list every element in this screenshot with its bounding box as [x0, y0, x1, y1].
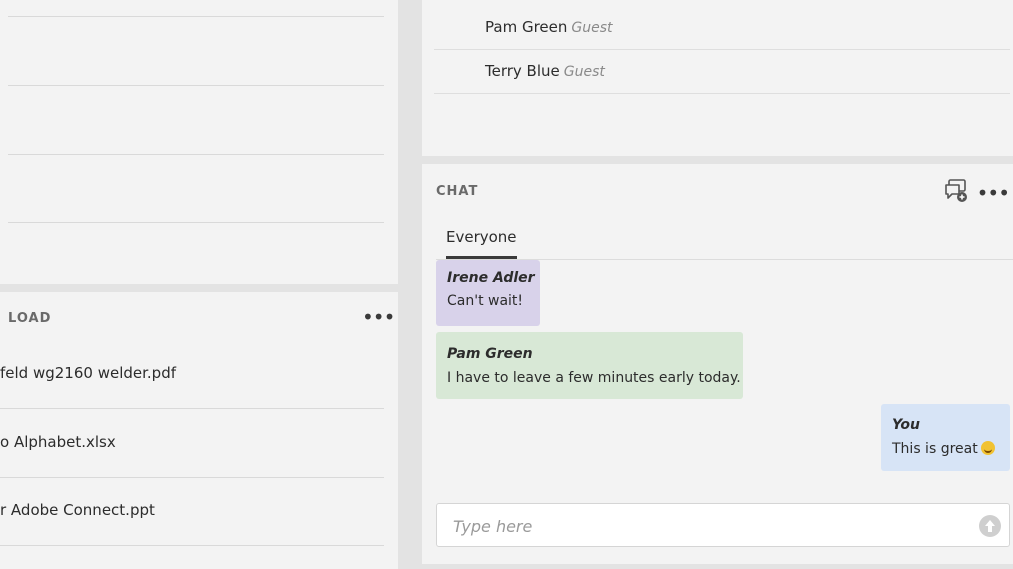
divider — [8, 16, 384, 17]
message-author: You — [892, 417, 920, 433]
file-row[interactable]: o Alphabet.xlsx — [0, 409, 384, 478]
attendee-role: Guest — [571, 20, 613, 36]
file-row[interactable]: feld wg2160 welder.pdf — [0, 340, 384, 409]
tab-everyone[interactable]: Everyone — [446, 228, 517, 259]
chat-title: CHAT — [436, 184, 479, 199]
message-author: Pam Green — [447, 346, 533, 362]
message-author: Irene Adler — [447, 270, 535, 286]
attendee-name: Terry Blue — [485, 62, 560, 80]
files-pod-title: LOAD — [8, 311, 52, 326]
message-line: This is great — [892, 441, 995, 457]
attendee-role: Guest — [563, 64, 605, 80]
message-text: Can't wait! — [447, 293, 524, 309]
file-name: r Adobe Connect.ppt — [0, 501, 155, 519]
chat-message-input[interactable] — [437, 504, 975, 548]
file-name: o Alphabet.xlsx — [0, 433, 116, 451]
attendee-row[interactable]: Pam Green Guest — [434, 5, 1010, 50]
file-row[interactable]: r Adobe Connect.ppt — [0, 477, 384, 546]
chat-pod: CHAT ••• Everyone Irene Adler Can't wait… — [422, 164, 1013, 564]
file-name: feld wg2160 welder.pdf — [0, 364, 176, 382]
attendee-row[interactable]: Terry Blue Guest — [434, 49, 1010, 94]
divider — [8, 85, 384, 86]
chat-message: You This is great — [881, 404, 1010, 471]
attendee-name: Pam Green — [485, 18, 568, 36]
new-chat-icon[interactable] — [943, 178, 969, 204]
left-top-pod — [0, 0, 398, 284]
message-text: I have to leave a few minutes early toda… — [447, 370, 741, 386]
message-text: This is great — [892, 441, 978, 457]
divider — [8, 222, 384, 223]
attendee-entry: Pam Green Guest — [485, 18, 613, 36]
more-options-icon[interactable]: ••• — [977, 183, 1010, 203]
smiley-emoji-icon — [980, 441, 995, 455]
divider — [8, 154, 384, 155]
attendee-entry: Terry Blue Guest — [485, 62, 605, 80]
send-icon[interactable] — [979, 515, 1001, 537]
chat-input-box — [436, 503, 1010, 548]
more-options-icon[interactable]: ••• — [362, 307, 395, 327]
attendees-pod: Pam Green Guest Terry Blue Guest — [422, 0, 1013, 156]
files-pod: LOAD ••• feld wg2160 welder.pdf o Alphab… — [0, 292, 398, 569]
chat-message: Pam Green I have to leave a few minutes … — [436, 332, 743, 399]
chat-message: Irene Adler Can't wait! — [436, 260, 540, 326]
